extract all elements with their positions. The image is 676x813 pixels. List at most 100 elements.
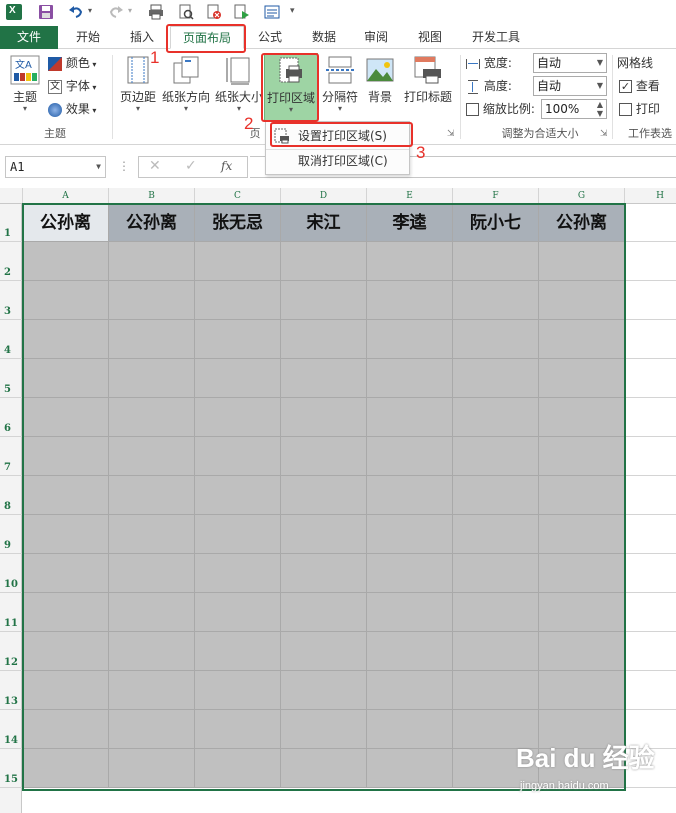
cell[interactable] [195,593,281,632]
cell[interactable] [281,242,367,281]
cell[interactable] [367,398,453,437]
cell[interactable] [23,437,109,476]
cell[interactable] [367,671,453,710]
select-all-corner[interactable] [0,188,23,204]
cell[interactable] [625,593,676,632]
name-box[interactable]: A1 ▼ [5,156,106,178]
gridlines-print-checkbox[interactable]: 打印 [619,99,660,119]
cell[interactable] [625,554,676,593]
cell[interactable] [367,476,453,515]
cell[interactable] [539,554,625,593]
scale-to-fit-launcher-icon[interactable]: ⇲ [600,129,608,139]
cell[interactable] [453,632,539,671]
tab-data[interactable]: 数据 [302,26,346,49]
cell[interactable] [23,476,109,515]
redo-dropdown-icon[interactable]: ▾ [128,6,132,15]
cell[interactable] [109,281,195,320]
cell[interactable] [195,476,281,515]
cell[interactable] [281,632,367,671]
cell[interactable] [195,710,281,749]
cell[interactable] [109,437,195,476]
cell[interactable] [539,476,625,515]
row-header-5[interactable]: 5 [0,359,22,398]
cell[interactable] [23,398,109,437]
cell[interactable] [281,593,367,632]
cell[interactable] [453,593,539,632]
cell[interactable] [281,554,367,593]
cell[interactable] [23,554,109,593]
height-select[interactable]: 自动 ▼ [533,76,607,96]
tab-file[interactable]: 文件 [0,26,58,49]
cell[interactable] [281,320,367,359]
header-cell[interactable]: 李逵 [367,204,453,242]
page-setup-launcher-icon[interactable]: ⇲ [447,129,455,139]
row-header-3[interactable]: 3 [0,281,22,320]
cell[interactable] [453,554,539,593]
close-file-icon[interactable] [206,4,222,20]
column-header-b[interactable]: B [109,188,195,204]
row-header-1[interactable]: 1 [0,204,22,242]
tab-view[interactable]: 视图 [408,26,452,49]
cancel-icon[interactable]: ✕ [149,158,161,174]
run-icon[interactable] [234,4,250,20]
cell[interactable] [539,632,625,671]
cell[interactable] [453,320,539,359]
cell[interactable] [23,281,109,320]
cell[interactable] [109,359,195,398]
cell[interactable] [281,359,367,398]
cell[interactable] [539,359,625,398]
row-header-15[interactable]: 15 [0,749,22,788]
column-header-h[interactable]: H [625,188,676,204]
cell[interactable] [281,437,367,476]
row-header-13[interactable]: 13 [0,671,22,710]
column-header-e[interactable]: E [367,188,453,204]
cell[interactable] [625,671,676,710]
cell[interactable] [367,281,453,320]
colors-button[interactable]: 颜色 ▾ [48,53,96,73]
cell[interactable] [367,320,453,359]
cell[interactable] [109,242,195,281]
cell[interactable] [109,632,195,671]
cell[interactable] [367,593,453,632]
header-cell[interactable]: 阮小七 [453,204,539,242]
tab-insert[interactable]: 插入 [118,26,166,49]
cell[interactable] [539,281,625,320]
print-icon[interactable] [148,4,164,20]
header-cell[interactable]: 公孙离 [539,204,625,242]
cell[interactable] [453,437,539,476]
orientation-button[interactable]: 纸张方向 ▾ [160,53,212,123]
cell[interactable] [281,749,367,788]
cell[interactable] [625,359,676,398]
cell[interactable] [367,632,453,671]
cell[interactable] [195,437,281,476]
form-icon[interactable] [264,4,280,20]
cell[interactable] [195,515,281,554]
customize-qat-icon[interactable]: ▾ [290,6,295,16]
cell[interactable] [23,242,109,281]
name-box-chevron-icon[interactable]: ▼ [96,157,101,177]
cell[interactable] [109,320,195,359]
cell[interactable] [453,398,539,437]
cell[interactable] [625,204,676,242]
fonts-button[interactable]: 文 字体 ▾ [48,76,96,96]
cell[interactable] [109,710,195,749]
cell[interactable] [195,671,281,710]
header-cell[interactable]: 宋江 [281,204,367,242]
cell[interactable] [539,320,625,359]
cell[interactable] [195,749,281,788]
insert-function-icon[interactable]: fx [221,159,232,173]
cell[interactable] [453,515,539,554]
cell[interactable] [281,710,367,749]
cell[interactable] [281,398,367,437]
row-header-6[interactable]: 6 [0,398,22,437]
scale-spinner-arrows-icon[interactable]: ▲ ▼ [597,100,603,118]
cell[interactable] [625,398,676,437]
undo-icon[interactable] [68,4,84,20]
cell[interactable] [367,554,453,593]
cell[interactable] [23,359,109,398]
row-header-14[interactable]: 14 [0,710,22,749]
column-header-g[interactable]: G [539,188,625,204]
cell[interactable] [281,281,367,320]
width-select[interactable]: 自动 ▼ [533,53,607,73]
cell[interactable] [453,476,539,515]
